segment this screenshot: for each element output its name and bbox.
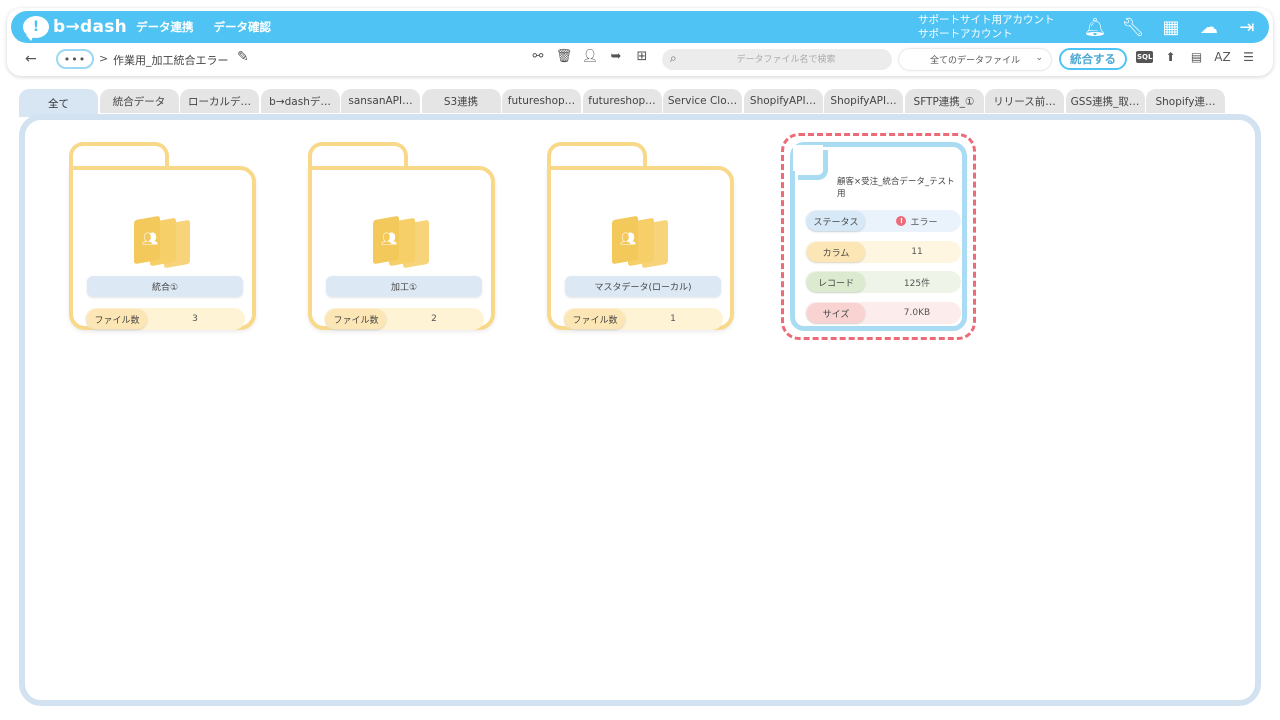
error-icon: ! [896, 216, 907, 226]
column-row: カラム 11 [805, 241, 961, 263]
main-nav: データ連携 データ確認 [136, 11, 271, 43]
back-arrow-icon[interactable]: ← [25, 51, 37, 67]
tab-futureshop-1[interactable]: futureshop… [502, 89, 581, 113]
file-count-value: 3 [192, 314, 198, 324]
tab-shopify-api-1[interactable]: ShopifyAPI… [743, 89, 823, 113]
file-title: 顧客×受注_統合データ_テスト用 [837, 177, 955, 199]
top-icons: 🔔︎ 🔧︎ ▦ ☁ ⇥ [1083, 11, 1259, 43]
search-box: ⌕ [662, 49, 892, 70]
account-line1: サポートサイト用アカウント [918, 14, 1055, 26]
status-value: ! エラー [873, 210, 961, 232]
column-value: 11 [911, 247, 923, 257]
top-bar: ! b→dash データ連携 データ確認 サポートサイト用アカウント サポートア… [11, 11, 1269, 43]
file-count-row: ファイル数 2 [324, 308, 484, 330]
filter-value: 全てのデータファイル [929, 56, 1020, 66]
file-count-value: 1 [670, 314, 676, 324]
breadcrumb-more-button[interactable]: ••• [56, 49, 94, 69]
file-count-label: ファイル数 [326, 309, 386, 329]
folder-name: 統合① [87, 276, 243, 297]
tab-gss[interactable]: GSS連携_取… [1065, 89, 1145, 113]
table-view-icon[interactable]: ▤ [1188, 50, 1205, 64]
file-filter-select[interactable]: 全てのデータファイル ⌄ [899, 49, 1051, 70]
tab-release[interactable]: リリース前… [985, 89, 1064, 113]
sort-az-icon[interactable]: AZ [1214, 50, 1231, 64]
upload-icon[interactable]: ⬆ [1162, 50, 1179, 64]
wrench-icon[interactable]: 🔧︎ [1121, 17, 1145, 38]
size-label: サイズ [807, 303, 865, 323]
status-text: エラー [910, 217, 938, 228]
logo-text: b→dash [53, 17, 128, 37]
folder-card[interactable]: 👥︎ 統合① ファイル数 3 [69, 142, 256, 330]
tab-sftp[interactable]: SFTP連携_① [904, 89, 984, 113]
file-count-row: ファイル数 3 [85, 308, 245, 330]
hierarchy-icon[interactable]: ⚯ [529, 49, 547, 64]
file-fold-corner [793, 145, 828, 180]
column-label: カラム [807, 242, 865, 262]
sql-icon[interactable]: SQL [1136, 51, 1153, 63]
data-folder-icon: 👥︎ [134, 214, 194, 269]
tab-futureshop-2[interactable]: futureshop… [582, 89, 662, 113]
data-folder-icon: 👥︎ [612, 214, 672, 269]
tab-shopify[interactable]: Shopify連… [1146, 89, 1225, 113]
nav-data-link[interactable]: データ連携 [136, 19, 194, 35]
add-folder-icon[interactable]: ⊞ [633, 49, 651, 64]
trash-icon[interactable]: 🗑︎ [555, 49, 573, 64]
tab-s3[interactable]: S3連携 [421, 89, 501, 113]
user-check-icon[interactable]: 👤︎ [581, 49, 599, 64]
search-input[interactable] [688, 49, 884, 70]
bell-icon[interactable]: 🔔︎ [1083, 17, 1107, 38]
list-view-icon[interactable]: ☰ [1240, 50, 1257, 64]
logout-icon[interactable]: ⇥ [1235, 17, 1259, 38]
status-row: ステータス ! エラー [805, 210, 961, 232]
pencil-icon[interactable]: ✎ [237, 49, 249, 65]
record-row: レコード 125件 [805, 271, 961, 293]
tab-local-data[interactable]: ローカルデ… [180, 89, 259, 113]
search-icon: ⌕ [670, 51, 677, 65]
nav-data-check[interactable]: データ確認 [214, 19, 272, 35]
folder-card[interactable]: 👥︎ マスタデータ(ローカル) ファイル数 1 [547, 142, 734, 330]
tab-service-cloud[interactable]: Service Clo… [663, 89, 742, 113]
size-row: サイズ 7.0KB [805, 302, 961, 324]
record-value: 125件 [903, 278, 931, 289]
tab-bdash-data[interactable]: b→dashデ… [260, 89, 340, 113]
data-folder-icon: 👥︎ [373, 214, 433, 269]
data-file-card[interactable]: 顧客×受注_統合データ_テスト用 ステータス ! エラー カラム 11 レコード … [790, 142, 967, 331]
sub-bar: ← ••• > 作業用_加工統合エラー ✎ ⚯ 🗑︎ 👤︎ ➥ ⊞ ⌕ 全てのデ… [11, 46, 1269, 74]
tab-all[interactable]: 全て [19, 89, 98, 117]
breadcrumb-current: 作業用_加工統合エラー [113, 54, 229, 67]
tab-shopify-api-2[interactable]: ShopifyAPI… [824, 89, 903, 113]
grid-icon[interactable]: ▦ [1159, 17, 1183, 38]
tab-integrated-data[interactable]: 統合データ [99, 89, 179, 113]
account-line2: サポートアカウント [918, 28, 1013, 40]
logo-icon: ! [23, 16, 49, 41]
chat-icon[interactable]: ☁ [1197, 17, 1221, 38]
file-count-label: ファイル数 [565, 309, 625, 329]
folder-name: マスタデータ(ローカル) [565, 276, 721, 297]
record-label: レコード [807, 272, 865, 292]
selected-file-outline: 顧客×受注_統合データ_テスト用 ステータス ! エラー カラム 11 レコード … [781, 133, 976, 340]
file-count-row: ファイル数 1 [563, 308, 723, 330]
status-label: ステータス [807, 211, 865, 231]
toolbar-icons: ⚯ 🗑︎ 👤︎ ➥ ⊞ [529, 49, 651, 64]
folder-name: 加工① [326, 276, 482, 297]
move-folder-icon[interactable]: ➥ [607, 49, 625, 64]
breadcrumb-separator: > [99, 52, 109, 65]
file-count-value: 2 [431, 314, 437, 324]
logo[interactable]: ! b→dash [23, 15, 128, 41]
integrate-button[interactable]: 統合する [1059, 48, 1127, 70]
tab-bar: 全て 統合データ ローカルデ… b→dashデ… sansanAPI… S3連携… [19, 89, 1227, 117]
account-info[interactable]: サポートサイト用アカウント サポートアカウント [918, 13, 1055, 41]
folder-body: 👥︎ 加工① ファイル数 2 [308, 166, 495, 330]
tab-sansan-api[interactable]: sansanAPI… [341, 89, 420, 113]
right-toolbar-icons: SQL ⬆ ▤ AZ ☰ [1136, 50, 1257, 64]
folder-card[interactable]: 👥︎ 加工① ファイル数 2 [308, 142, 495, 330]
size-value: 7.0KB [903, 308, 931, 318]
folder-body: 👥︎ 統合① ファイル数 3 [69, 166, 256, 330]
folder-body: 👥︎ マスタデータ(ローカル) ファイル数 1 [547, 166, 734, 330]
chevron-down-icon: ⌄ [1035, 53, 1043, 63]
file-count-label: ファイル数 [87, 309, 147, 329]
